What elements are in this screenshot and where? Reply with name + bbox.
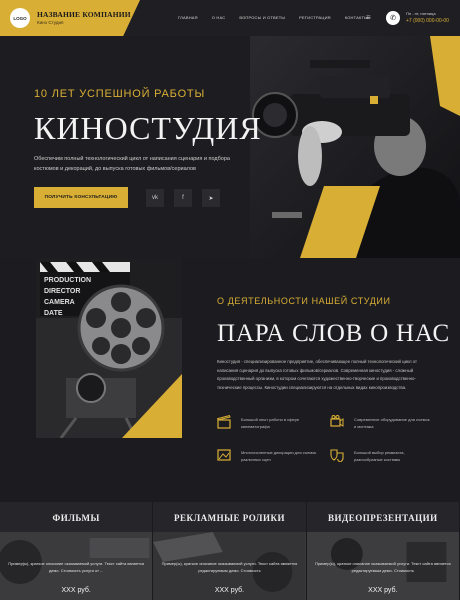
company-name[interactable]: НАЗВАНИЕ КОМПАНИИ [37,10,131,19]
card-text: Пример(ы), краткое описание оказываемой … [314,561,451,573]
service-card-presentations[interactable]: ВИДЕОПРЕЗЕНТАЦИИ Пример(ы), краткое опис… [306,502,460,600]
card-price: XXX руб. [368,587,398,594]
phone-icon[interactable]: ✆ [386,11,400,25]
service-card-ads[interactable]: РЕКЛАМНЫЕ РОЛИКИ Пример(ы), краткое опис… [153,502,307,600]
card-price: XXX руб. [214,587,245,594]
about-text: Киностудия - специализированное предприя… [217,359,417,390]
hero-description: Обеспечим полный технологический цикл от… [34,156,230,172]
nav-item-register[interactable]: РЕГИСТРАЦИЯ [299,15,331,20]
hero-tagline: 10 ЛЕТ УСПЕШНОЙ РАБОТЫ [34,88,205,100]
about-title: ПАРА СЛОВ О НАС [217,320,450,347]
hero-section: 10 ЛЕТ УСПЕШНОЙ РАБОТЫ КИНОСТУДИЯ Обеспе… [0,36,460,258]
consultation-button[interactable]: ПОЛУЧИТЬ КОНСУЛЬТАЦИЮ [34,187,128,208]
clapper-label-director: DIRECTOR [44,288,80,295]
clapperboard-icon [217,415,231,429]
feature-text: Современное оборудование для съемок и мо… [354,417,430,429]
logo[interactable]: LOGO [10,8,30,28]
card-title: РЕКЛАМНЫЕ РОЛИКИ [173,513,286,523]
theater-masks-icon [330,449,344,462]
main-nav: ГЛАВНАЯ О НАС ВОПРОСЫ И ОТВЕТЫ РЕГИСТРАЦ… [178,15,368,20]
facebook-icon[interactable]: f [174,189,192,207]
card-text: Пример(ы), краткое описание оказываемой … [8,561,145,573]
phone-number[interactable]: +7 (000) 000-00-00 [406,18,449,24]
nav-item-contacts[interactable]: КОНТАКТЫ [345,15,368,20]
hero-title: КИНОСТУДИЯ [34,110,262,146]
feature-text: Многочисленные декорации для съемок разл… [241,450,317,462]
card-text: Пример(ы), краткое описание оказываемой … [161,561,298,573]
about-tagline: О ДЕЯТЕЛЬНОСТИ НАШЕЙ СТУДИИ [217,296,391,306]
site-header: LOGO НАЗВАНИЕ КОМПАНИИ Кино Студия ГЛАВН… [0,0,460,36]
services-cards: ФИЛЬМЫ Пример(ы), краткое описание оказы… [0,502,460,600]
company-subtitle: Кино Студия [37,20,64,25]
clapper-label-date: DATE [44,310,63,317]
service-card-films[interactable]: ФИЛЬМЫ Пример(ы), краткое описание оказы… [0,502,154,600]
camera-icon [330,415,344,427]
card-title: ВИДЕОПРЕЗЕНТАЦИИ [328,513,438,523]
nav-item-faq[interactable]: ВОПРОСЫ И ОТВЕТЫ [239,15,285,20]
scenery-icon [217,449,231,461]
vk-icon[interactable]: vk [146,189,164,207]
nav-item-home[interactable]: ГЛАВНАЯ [178,15,198,20]
working-hours: Пн - пт, пятница [406,11,436,16]
card-title: ФИЛЬМЫ [52,513,100,523]
feature-text: Большой опыт работы в сфере кинематограф… [241,417,300,429]
nav-item-about[interactable]: О НАС [212,15,226,20]
feature-text: Большой выбор реквизита, разнообразные к… [354,450,405,462]
about-section: PRODUCTION DIRECTOR CAMERA DATE О ДЕЯТЕЛ… [0,258,460,502]
menu-icon[interactable]: ≡ [366,13,371,22]
clapper-label-production: PRODUCTION [44,277,91,284]
card-price: XXX руб. [61,587,91,594]
telegram-icon[interactable]: ➤ [202,189,220,207]
clapper-label-camera: CAMERA [44,299,75,306]
